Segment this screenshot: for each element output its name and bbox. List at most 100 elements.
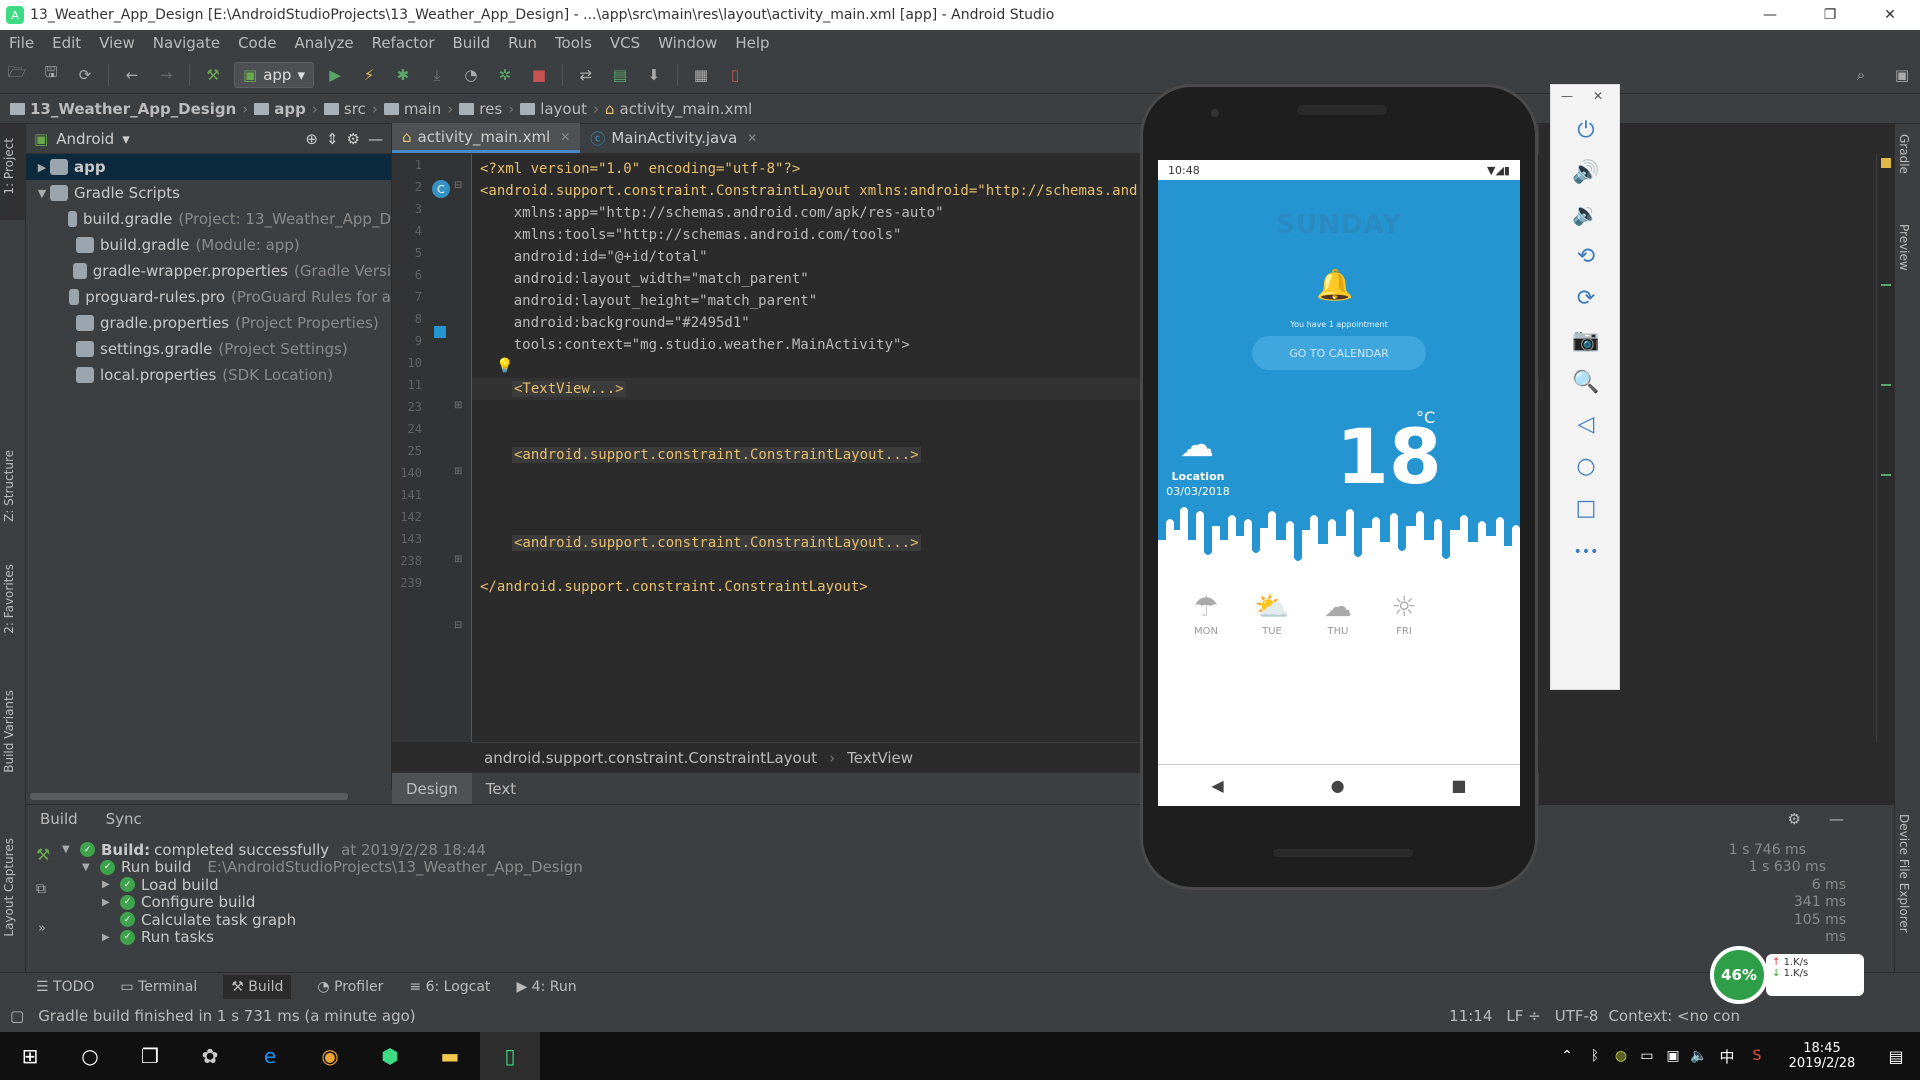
tree-item[interactable]: build.gradle (Module: app) (26, 232, 391, 258)
home-circle-icon[interactable]: ○ (1569, 449, 1603, 483)
menu-code[interactable]: Code (229, 34, 285, 52)
sync-icon[interactable]: ⟳ (73, 63, 97, 87)
tab-build-output[interactable]: Build (40, 810, 78, 828)
editor-scrollbar[interactable] (1876, 154, 1894, 742)
sdk-manager-icon[interactable]: ⬇ (642, 63, 666, 87)
class-marker-icon[interactable]: C (432, 180, 450, 198)
close-icon[interactable]: ✕ (747, 131, 757, 145)
status-message[interactable]: Gradle build finished in 1 s 731 ms (a m… (38, 1007, 415, 1025)
stop-icon[interactable]: ■ (527, 63, 551, 87)
task-view-icon[interactable]: ❐ (120, 1032, 180, 1080)
color-swatch-icon[interactable] (434, 326, 446, 338)
crumb-layout[interactable]: layout (516, 100, 591, 118)
sogou-ime-icon[interactable]: S (1742, 1032, 1772, 1080)
back-nav-icon[interactable]: ◀ (1211, 776, 1223, 795)
go-to-calendar-button[interactable]: GO TO CALENDAR (1252, 336, 1426, 370)
pinned-app-icon[interactable]: ✿ (180, 1032, 240, 1080)
hide-icon[interactable]: — (1829, 810, 1844, 828)
close-button[interactable]: ✕ (1860, 7, 1920, 23)
locate-icon[interactable]: ⊕ (305, 130, 318, 148)
make-project-hammer-icon[interactable]: ⚒ (201, 63, 225, 87)
tab-design[interactable]: Design (392, 772, 472, 805)
back-arrow-icon[interactable]: ← (120, 63, 144, 87)
tray-chevron-icon[interactable]: ⌃ (1552, 1032, 1582, 1080)
menu-tools[interactable]: Tools (546, 34, 601, 52)
ime-indicator[interactable]: 中 (1712, 1032, 1742, 1080)
code-fold-constraint-2[interactable]: <android.support.constraint.ConstraintLa… (512, 535, 921, 551)
user-icon[interactable]: ▣ (1890, 63, 1914, 87)
tree-item[interactable]: gradle-wrapper.properties (Gradle Versi (26, 258, 391, 284)
zoom-icon[interactable]: 🔍 (1569, 365, 1603, 399)
bluetooth-icon[interactable]: ᛒ (1582, 1032, 1608, 1080)
collapse-all-icon[interactable]: ⇕ (326, 130, 339, 148)
expand-more-icon[interactable]: » (38, 921, 46, 936)
chevron-right-icon[interactable]: ▶ (102, 932, 120, 943)
save-icon[interactable]: 🖫 (39, 63, 63, 87)
run-tool[interactable]: ▶ 4: Run (516, 979, 576, 995)
lightbulb-icon[interactable]: 💡 (496, 358, 513, 374)
apply-changes-icon[interactable]: ⚡ (357, 63, 381, 87)
menu-build[interactable]: Build (444, 34, 500, 52)
chrome-icon[interactable]: ◉ (300, 1032, 360, 1080)
todo-tool[interactable]: ☰ TODO (36, 979, 94, 995)
chevron-right-icon[interactable]: ▶ (34, 161, 50, 174)
screenshot-camera-icon[interactable]: 📷 (1569, 323, 1603, 357)
build-row[interactable]: ▶ ✓ Run tasks ms (102, 927, 1886, 948)
file-encoding[interactable]: UTF-8 (1555, 1007, 1599, 1025)
emulator-screen[interactable]: 10:48 ▼◢▮ SUNDAY 🔔 You have 1 appointmen… (1158, 160, 1520, 806)
menu-window[interactable]: Window (649, 34, 726, 52)
rotate-right-icon[interactable]: ⟳ (1569, 281, 1603, 315)
chevron-right-icon[interactable]: ▶ (102, 897, 120, 908)
cortana-search-icon[interactable]: ○ (60, 1032, 120, 1080)
chevron-down-icon[interactable]: ▼ (62, 844, 80, 855)
crumb-main[interactable]: main (380, 100, 445, 118)
tray-app-icon[interactable]: ◍ (1608, 1032, 1634, 1080)
volume-up-icon[interactable]: 🔊 (1569, 155, 1603, 189)
menu-navigate[interactable]: Navigate (144, 34, 229, 52)
tree-item[interactable]: local.properties (SDK Location) (26, 362, 391, 388)
tab-activity-main[interactable]: ⌂ activity_main.xml ✕ (392, 123, 581, 153)
minimize-button[interactable]: — (1740, 7, 1800, 23)
structure-tool-tab[interactable]: Z: Structure (2, 450, 16, 522)
restore-layout-icon[interactable]: ⧉ (36, 881, 46, 897)
run-coverage-icon[interactable]: ✲ (493, 63, 517, 87)
crumb-res[interactable]: res (455, 100, 506, 118)
taskbar-clock[interactable]: 18:45 2019/2/28 (1772, 1041, 1872, 1071)
gear-icon[interactable]: ⚙ (1788, 810, 1801, 828)
tab-main-activity[interactable]: ⓒ MainActivity.java ✕ (580, 123, 767, 153)
tree-item[interactable]: ▶ app (26, 154, 391, 180)
active-app-icon[interactable]: ▯ (480, 1032, 540, 1080)
emulator-minimize[interactable]: — (1561, 89, 1573, 103)
tree-item[interactable]: ▼ Gradle Scripts (26, 180, 391, 206)
gear-icon[interactable]: ⚙ (347, 130, 360, 148)
menu-refactor[interactable]: Refactor (363, 34, 444, 52)
crumb-app[interactable]: app (250, 100, 310, 118)
crumb-project[interactable]: 13_Weather_App_Design (0, 100, 240, 118)
warning-marker[interactable] (1881, 158, 1891, 168)
home-nav-icon[interactable]: ● (1331, 776, 1345, 795)
menu-view[interactable]: View (90, 34, 144, 52)
restore-button[interactable]: ❐ (1800, 7, 1860, 23)
android-studio-taskbar-icon[interactable]: ⬢ (360, 1032, 420, 1080)
file-explorer-icon[interactable]: ▬ (420, 1032, 480, 1080)
project-structure-icon[interactable]: ▦ (689, 63, 713, 87)
path-textview[interactable]: TextView (847, 749, 913, 767)
crumb-file[interactable]: ⌂ activity_main.xml (601, 100, 756, 118)
fold-icon[interactable]: ⊞ (454, 554, 462, 565)
terminal-tool[interactable]: ▭ Terminal (120, 979, 197, 995)
project-tool-tab[interactable]: 1: Project (2, 138, 16, 195)
fold-icon[interactable]: ⊟ (454, 180, 462, 191)
back-triangle-icon[interactable]: ◁ (1569, 407, 1603, 441)
network-icon[interactable]: ▣ (1660, 1032, 1686, 1080)
gradle-tool-tab[interactable]: Gradle (1897, 134, 1911, 174)
build-tool[interactable]: ⚒ Build (223, 974, 292, 999)
menu-run[interactable]: Run (499, 34, 546, 52)
chevron-down-icon[interactable]: ▼ (34, 187, 50, 200)
profiler-tool[interactable]: ◔ Profiler (317, 979, 383, 995)
horizontal-scrollbar[interactable] (30, 793, 348, 800)
tree-item[interactable]: gradle.properties (Project Properties) (26, 310, 391, 336)
hide-icon[interactable]: — (368, 130, 383, 148)
status-icon[interactable]: ▢ (10, 1007, 24, 1025)
chevron-right-icon[interactable]: ▶ (102, 879, 120, 890)
crumb-src[interactable]: src (320, 100, 370, 118)
